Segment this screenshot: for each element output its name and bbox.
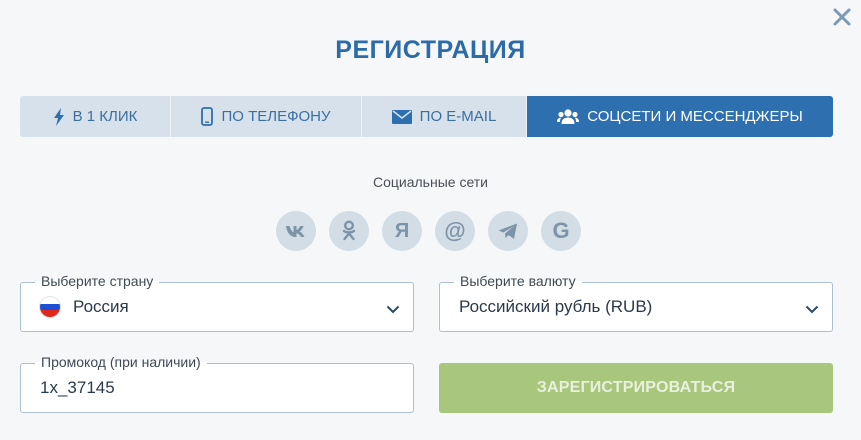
currency-select[interactable]: Выберите валюту Российский рубль (RUB) — [439, 273, 833, 332]
registration-tabs: В 1 КЛИК ПО ТЕЛЕФОНУ ПО E-MAIL СОЦСЕТИ И… — [20, 96, 833, 137]
tab-social-messengers[interactable]: СОЦСЕТИ И МЕССЕНДЖЕРЫ — [527, 96, 833, 137]
promo-code-input[interactable]: 1x_37145 — [40, 364, 115, 412]
promo-code-field[interactable]: Промокод (при наличии) 1x_37145 — [20, 354, 414, 413]
currency-value: Российский рубль (RUB) — [459, 297, 653, 316]
phone-icon — [201, 107, 214, 126]
chevron-down-icon — [805, 301, 819, 319]
telegram-icon[interactable] — [488, 211, 528, 251]
register-button[interactable]: ЗАРЕГИСТРИРОВАТЬСЯ — [439, 363, 833, 413]
tab-label: СОЦСЕТИ И МЕССЕНДЖЕРЫ — [587, 108, 803, 125]
tab-email[interactable]: ПО E-MAIL — [362, 96, 527, 137]
chevron-down-icon — [386, 301, 400, 319]
envelope-icon — [391, 109, 412, 124]
russia-flag-icon — [40, 297, 60, 317]
country-value-wrap: Россия — [40, 283, 129, 331]
odnoklassniki-icon[interactable] — [329, 211, 369, 251]
tab-label: В 1 КЛИК — [72, 108, 138, 125]
social-networks-label: Социальные сети — [372, 174, 488, 190]
tab-phone[interactable]: ПО ТЕЛЕФОНУ — [171, 96, 362, 137]
tab-one-click[interactable]: В 1 КЛИК — [20, 96, 171, 137]
tab-label: ПО ТЕЛЕФОНУ — [221, 108, 331, 125]
users-icon — [557, 108, 580, 125]
mailru-icon[interactable]: @ — [435, 211, 475, 251]
vk-icon[interactable] — [276, 211, 316, 251]
close-icon[interactable] — [831, 6, 853, 28]
page-title: РЕГИСТРАЦИЯ — [335, 36, 526, 64]
tab-label: ПО E-MAIL — [419, 108, 497, 125]
yandex-icon[interactable]: Я — [382, 211, 422, 251]
social-buttons: Я @ G — [276, 211, 581, 251]
country-select[interactable]: Выберите страну Россия — [20, 273, 414, 332]
google-icon[interactable]: G — [541, 211, 581, 251]
lightning-icon — [53, 107, 65, 126]
country-value: Россия — [73, 297, 129, 316]
